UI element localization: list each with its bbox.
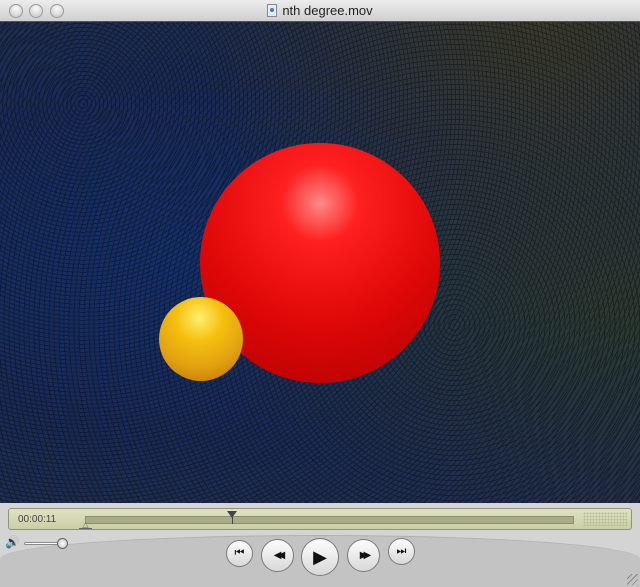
timeline-scrubber[interactable]: [85, 511, 574, 524]
video-frame[interactable]: [0, 22, 640, 503]
skip-forward-icon: ⏭: [396, 545, 407, 557]
in-point-marker[interactable]: △: [79, 521, 92, 529]
playhead-line: [232, 517, 234, 524]
go-to-end-button[interactable]: ⏭: [388, 538, 415, 565]
rewind-icon: ◀◀: [273, 549, 286, 561]
go-to-start-button[interactable]: ⏮: [226, 540, 253, 567]
volume-slider[interactable]: [24, 538, 68, 549]
current-time: 00:00:11: [18, 514, 57, 525]
timeline-display: 00:00:11 △: [8, 508, 632, 530]
resize-grip[interactable]: [627, 574, 638, 585]
rewind-button[interactable]: ◀◀: [261, 539, 294, 572]
play-icon: ▶: [313, 547, 327, 567]
fast-forward-button[interactable]: ▶▶: [347, 539, 380, 572]
window-title: nth degree.mov: [0, 3, 640, 18]
volume-knob[interactable]: [57, 538, 68, 549]
volume-icon[interactable]: 🔊: [5, 535, 20, 549]
quicktime-document-icon: [267, 4, 278, 17]
timeline-grip: [583, 512, 627, 526]
yellow-sphere: [159, 297, 243, 381]
window-title-text: nth degree.mov: [282, 3, 373, 18]
skip-back-icon: ⏮: [234, 547, 245, 559]
play-button[interactable]: ▶: [301, 538, 339, 576]
title-bar[interactable]: nth degree.mov: [0, 0, 640, 22]
fast-forward-icon: ▶▶: [359, 549, 372, 561]
